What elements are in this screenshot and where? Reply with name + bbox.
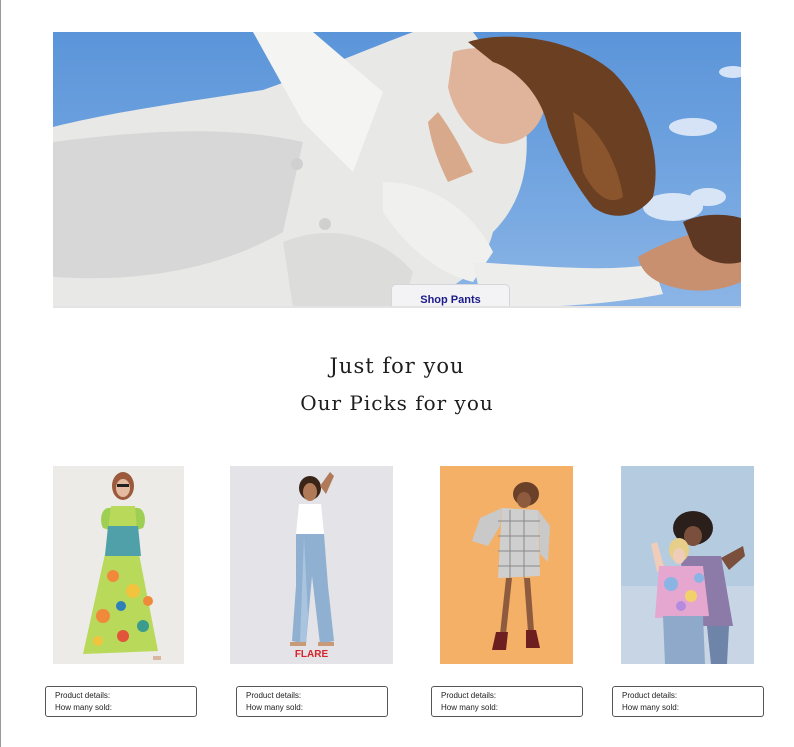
section-subtitle: Our Picks for you xyxy=(300,391,494,415)
how-many-sold-label: How many sold: xyxy=(622,703,679,712)
product-details-label: Product details: xyxy=(441,691,497,700)
how-many-sold-label: How many sold: xyxy=(441,703,498,712)
product-image-flare-jeans[interactable]: FLARE xyxy=(230,466,393,664)
product-details-label: Product details: xyxy=(622,691,678,700)
gingham-dress-photo xyxy=(440,466,573,664)
product-details-card-1: Product details: How many sold: xyxy=(45,686,197,717)
product-details-label: Product details: xyxy=(246,691,302,700)
floral-dress-photo xyxy=(53,466,184,664)
how-many-sold-label: How many sold: xyxy=(246,703,303,712)
hero-banner: Shop Pants xyxy=(53,32,741,308)
how-many-sold-label: How many sold: xyxy=(55,703,112,712)
product-image-floral-dress[interactable] xyxy=(53,466,184,664)
product-details-card-3: Product details: How many sold: xyxy=(431,686,583,717)
product-details-card-2: Product details: How many sold: xyxy=(236,686,388,717)
flare-brand-mark: FLARE xyxy=(294,649,329,660)
shop-pants-button[interactable]: Shop Pants xyxy=(391,284,510,308)
product-details-label: Product details: xyxy=(55,691,111,700)
hero-divider xyxy=(53,306,741,308)
flare-jeans-photo xyxy=(230,466,393,664)
product-image-tie-dye-cardigan[interactable] xyxy=(621,466,754,664)
tie-dye-cardigan-photo xyxy=(621,466,754,664)
section-title: Just for you xyxy=(329,354,465,378)
product-image-gingham-dress[interactable] xyxy=(440,466,573,664)
hero-photo xyxy=(53,32,741,308)
product-details-card-4: Product details: How many sold: xyxy=(612,686,764,717)
